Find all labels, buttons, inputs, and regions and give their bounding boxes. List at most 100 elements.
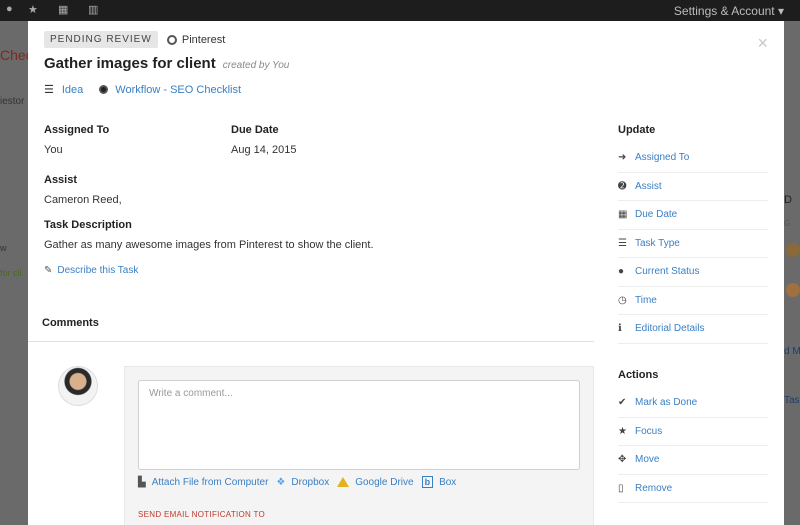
due-date-field: Due Date Aug 14, 2015 [231,124,296,156]
file-icon: ▙ [138,476,146,488]
background-fragment: for cli [0,268,22,278]
send-notification-label: SEND EMAIL NOTIFICATION TO [138,510,266,519]
dropbox-icon: ❖ [276,476,286,488]
box-icon: b [421,476,434,488]
attach-dropbox-button[interactable]: ❖ Dropbox [276,477,329,488]
attach-computer-button[interactable]: ▙ Attach File from Computer [138,477,268,488]
avatar [58,366,98,406]
describe-task-link[interactable]: ✎ Describe this Task [44,265,138,276]
pencil-icon: ✎ [44,265,53,276]
update-item-label: Current Status [635,266,700,278]
assigned-to-label: Assigned To [44,124,110,136]
top-nav-bar: ● ★ ▦ ▥ Settings & Account ▾ [0,0,800,21]
status-dot-icon: ● [618,266,625,278]
update-item-label: Assist [635,180,662,192]
calendar-icon: ▦ [618,209,628,221]
update-time[interactable]: ◷ Time [618,287,768,315]
attach-gdrive-button[interactable]: Google Drive [337,476,414,488]
google-drive-icon [337,477,350,487]
background-fragment: Chec [0,47,28,63]
check-icon: ✔ [618,397,627,409]
close-icon[interactable]: × [757,33,768,54]
background-right-strip: D G d M Tas [784,21,800,525]
background-avatar [786,283,800,297]
update-panel: Update ➜ Assigned To ➋ Assist ▦ Due Date… [618,124,768,344]
background-fragment: G [784,219,791,228]
action-item-label: Focus [635,425,663,437]
update-task-type[interactable]: ☰ Task Type [618,230,768,258]
background-fragment: Tas [784,395,800,406]
task-description-label: Task Description [44,219,132,231]
assigned-to-field: Assigned To You [44,124,109,156]
star-icon[interactable]: ★ [28,3,38,16]
arrow-right-icon: ➜ [618,152,627,164]
update-item-label: Assigned To [635,152,690,164]
status-badge: PENDING REVIEW [44,31,158,48]
mark-as-done-button[interactable]: ✔ Mark as Done [618,389,768,418]
update-assigned-to[interactable]: ➜ Assigned To [618,144,768,173]
update-item-label: Editorial Details [635,323,705,335]
attach-dropbox-label: Dropbox [291,476,330,488]
clock-icon: ◷ [618,294,627,306]
pinterest-icon [166,34,177,45]
move-icon: ✥ [618,454,627,466]
update-assist[interactable]: ➋ Assist [618,173,768,201]
remove-button[interactable]: ▯ Remove [618,475,768,503]
chart-icon[interactable]: ▥ [88,3,98,16]
update-item-label: Time [635,294,657,306]
action-item-label: Remove [635,482,673,494]
move-button[interactable]: ✥ Move [618,446,768,475]
board-tag[interactable]: Pinterest [166,33,226,46]
background-left-strip: Chec iestor w for cli [0,21,28,525]
board-name: Pinterest [181,33,226,46]
update-current-status[interactable]: ● Current Status [618,258,768,287]
attach-box-label: Box [439,476,457,488]
workflow-link[interactable]: Workflow - SEO Checklist [115,84,241,96]
info-icon: ℹ [618,323,622,335]
task-type: ☰ Idea [44,83,83,97]
update-due-date[interactable]: ▦ Due Date [618,201,768,230]
divider [28,341,594,342]
assist-field: Assist Cameron Reed, [44,174,122,206]
assigned-to-value: You [44,144,63,156]
task-description-value: Gather as many awesome images from Pinte… [44,239,374,251]
workflow: Workflow - SEO Checklist [99,84,241,96]
assist-value: Cameron Reed, [44,194,122,206]
task-modal: × PENDING REVIEW Pinterest Gather images… [28,21,784,525]
attachment-options: ▙ Attach File from Computer ❖ Dropbox Go… [138,476,464,488]
workflow-icon [99,85,109,94]
background-fragment: w [0,243,7,253]
star-icon: ★ [618,425,627,437]
background-fragment: iestor [0,96,25,107]
action-item-label: Move [635,454,660,466]
attach-gdrive-label: Google Drive [355,476,414,488]
actions-panel: Actions ✔ Mark as Done ★ Focus ✥ Move ▯ … [618,369,768,503]
background-avatar [786,243,800,257]
calendar-icon[interactable]: ▦ [58,3,68,16]
due-date-value: Aug 14, 2015 [231,144,297,156]
task-meta-row: ☰ Idea Workflow - SEO Checklist [44,83,257,97]
task-header: PENDING REVIEW Pinterest Gather images f… [44,31,289,72]
task-title: Gather images for client [44,55,216,72]
update-editorial-details[interactable]: ℹ Editorial Details [618,315,768,344]
user-icon[interactable]: ● [6,3,13,15]
list-icon: ☰ [44,84,54,96]
comments-heading: Comments [42,317,99,329]
focus-button[interactable]: ★ Focus [618,418,768,446]
background-fragment: D [784,194,792,206]
attach-computer-label: Attach File from Computer [151,476,269,488]
actions-heading: Actions [618,369,659,381]
task-description-field: Task Description Gather as many awesome … [44,219,374,251]
list-icon: ☰ [618,237,627,249]
chevron-circle-icon: ➋ [618,180,627,192]
update-heading: Update [618,124,656,136]
action-item-label: Mark as Done [635,397,698,409]
comment-input[interactable] [138,380,580,470]
describe-task-label: Describe this Task [57,265,139,276]
settings-account-menu[interactable]: Settings & Account ▾ [674,4,784,18]
comment-composer: ▙ Attach File from Computer ❖ Dropbox Go… [124,366,594,525]
attach-box-button[interactable]: b Box [421,476,457,488]
due-date-label: Due Date [231,124,279,136]
task-type-link[interactable]: Idea [62,84,83,96]
update-item-label: Task Type [635,237,680,249]
